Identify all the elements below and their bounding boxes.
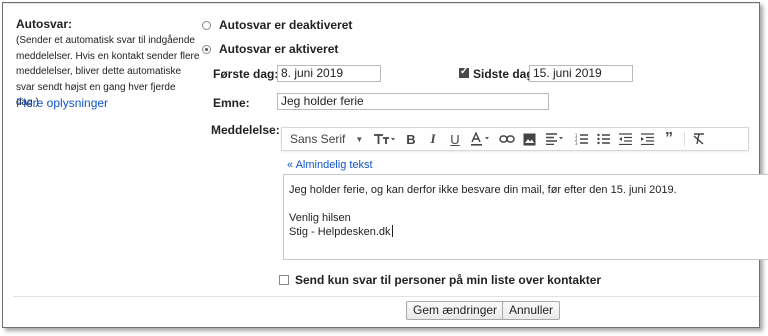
font-family-value: Sans Serif [290,132,346,146]
section-title: Autosvar: [16,17,73,31]
last-day-label: Sidste dag: [473,67,538,81]
contacts-only-label: Send kun svar til personer på min liste … [295,273,602,287]
link-icon[interactable] [496,128,518,150]
message-line-3: Venlig hilsen [289,212,351,224]
text-color-icon[interactable] [466,128,496,150]
first-day-input[interactable]: 8. juni 2019 [277,65,381,82]
formatting-toolbar: Sans Serif ▼ B I U 123 ” [281,127,749,151]
settings-panel: Autosvar: (Sender et automatisk svar til… [2,2,768,328]
plain-text-link[interactable]: « Almindelig tekst [287,159,373,171]
cancel-button[interactable]: Annuller [502,301,561,320]
numbered-list-icon[interactable]: 123 [570,128,592,150]
italic-icon[interactable]: I [422,128,444,150]
autoreply-off-label: Autosvar er deaktiveret [219,18,353,32]
underline-icon[interactable]: U [444,128,466,150]
last-day-checkbox[interactable] [459,66,469,78]
align-icon[interactable] [540,128,570,150]
font-family-select[interactable]: Sans Serif ▼ [282,128,368,150]
autoreply-off-radio[interactable] [202,20,211,30]
indent-less-icon[interactable] [614,128,636,150]
message-line-1: Jeg holder ferie, og kan derfor ikke bes… [289,184,677,196]
message-editor[interactable]: Jeg holder ferie, og kan derfor ikke bes… [283,174,768,260]
bulleted-list-icon[interactable] [592,128,614,150]
footer-divider [13,296,759,297]
bold-icon[interactable]: B [400,128,422,150]
top-divider [3,3,759,4]
remove-formatting-icon[interactable] [689,128,709,150]
quote-icon[interactable]: ” [658,128,680,150]
autoreply-on-radio[interactable] [202,44,211,54]
autoreply-on-option[interactable]: Autosvar er aktiveret [202,42,338,56]
message-line-4: Stig - Helpdesken.dk [289,225,764,239]
text-size-icon[interactable] [368,128,400,150]
subject-label: Emne: [213,96,250,110]
message-label: Meddelelse: [211,123,280,137]
contacts-only-option[interactable]: Send kun svar til personer på min liste … [279,273,601,287]
text-caret [391,225,393,237]
autoreply-on-label: Autosvar er aktiveret [219,42,339,56]
toolbar-separator [684,132,685,146]
last-day-input[interactable]: 15. juni 2019 [529,65,633,82]
chevron-down-icon: ▼ [355,134,364,144]
autoreply-off-option[interactable]: Autosvar er deaktiveret [202,18,352,32]
svg-text:3: 3 [575,141,578,145]
image-icon[interactable] [518,128,540,150]
save-button[interactable]: Gem ændringer [406,301,505,320]
more-info-link[interactable]: Flere oplysninger [16,96,108,110]
contacts-only-checkbox[interactable] [279,275,289,285]
message-line-2 [289,197,764,211]
subject-input[interactable]: Jeg holder ferie [277,93,549,110]
signature-text: Stig - Helpdesken.dk [289,226,391,238]
first-day-label: Første dag: [213,67,279,81]
indent-more-icon[interactable] [636,128,658,150]
